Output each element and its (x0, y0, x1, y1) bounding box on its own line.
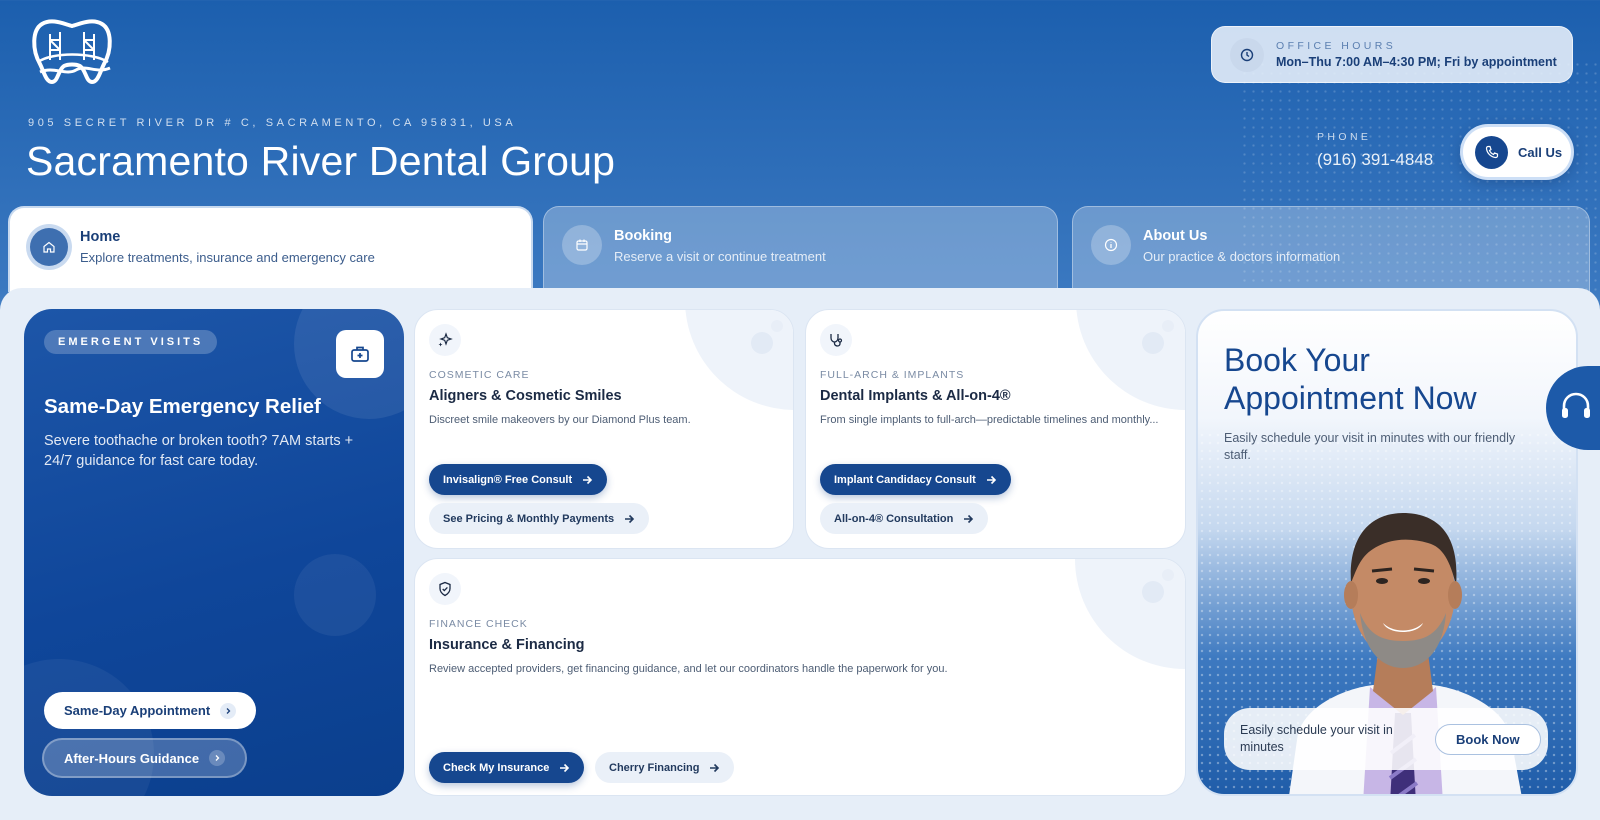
decorative-dot (771, 320, 783, 332)
decorative-dot (1142, 332, 1164, 354)
chevron-right-icon (220, 702, 237, 719)
implant-candidacy-consult-button[interactable]: Implant Candidacy Consult (820, 464, 1011, 495)
phone-icon (1475, 135, 1508, 169)
tab-booking[interactable]: Booking Reserve a visit or continue trea… (543, 206, 1058, 292)
cosmetic-care-description: Discreet smile makeovers by our Diamond … (429, 414, 691, 426)
office-hours-label: OFFICE HOURS (1276, 40, 1397, 52)
tab-home-label: Home (80, 229, 121, 245)
cherry-financing-label: Cherry Financing (609, 761, 700, 774)
decorative-dot (751, 332, 773, 354)
finance-title: Insurance & Financing (429, 637, 585, 653)
tab-home-subtitle: Explore treatments, insurance and emerge… (80, 250, 375, 265)
after-hours-guidance-label: After-Hours Guidance (64, 750, 200, 766)
arrow-right-icon (559, 763, 570, 773)
logo-tooth-bridge-icon[interactable] (28, 16, 116, 88)
cherry-financing-button[interactable]: Cherry Financing (595, 752, 735, 783)
book-appointment-title: Book Your Appointment Now (1224, 341, 1477, 417)
arrow-right-icon (624, 514, 635, 524)
shield-check-icon (429, 573, 461, 605)
phone-number[interactable]: (916) 391-4848 (1317, 150, 1433, 170)
book-now-banner: Easily schedule your visit in minutes Bo… (1224, 708, 1548, 770)
cosmetic-care-category: COSMETIC CARE (429, 369, 530, 381)
check-my-insurance-button[interactable]: Check My Insurance (429, 752, 585, 783)
implants-description: From single implants to full-arch—predic… (820, 414, 1159, 426)
cosmetic-care-title: Aligners & Cosmetic Smiles (429, 388, 622, 404)
implants-card: FULL-ARCH & IMPLANTS Dental Implants & A… (805, 309, 1186, 549)
sparkles-icon (429, 324, 461, 356)
decorative-dot (1162, 569, 1174, 581)
office-hours-value: Mon–Thu 7:00 AM–4:30 PM; Fri by appointm… (1276, 55, 1557, 69)
book-now-banner-text: Easily schedule your visit in minutes (1240, 723, 1393, 754)
emergency-title: Same-Day Emergency Relief (44, 395, 321, 418)
decorative-dot (1162, 320, 1174, 332)
tab-about-us-subtitle: Our practice & doctors information (1143, 249, 1341, 264)
book-appointment-card: Book Your Appointment Now Easily schedul… (1196, 309, 1578, 796)
emergency-card: EMERGENT VISITS Same-Day Emergency Relie… (24, 309, 404, 796)
book-title-line2: Appointment Now (1224, 380, 1477, 416)
see-pricing-button[interactable]: See Pricing & Monthly Payments (429, 503, 650, 534)
implant-candidacy-consult-label: Implant Candidacy Consult (834, 473, 976, 486)
arrow-right-icon (582, 475, 593, 485)
tab-booking-subtitle: Reserve a visit or continue treatment (614, 249, 826, 264)
cosmetic-care-card: COSMETIC CARE Aligners & Cosmetic Smiles… (414, 309, 794, 549)
decorative-circle (294, 554, 376, 636)
info-icon (1091, 225, 1131, 265)
see-pricing-label: See Pricing & Monthly Payments (443, 512, 615, 525)
headset-icon (1559, 390, 1593, 427)
invisalign-consult-button[interactable]: Invisalign® Free Consult (429, 464, 608, 495)
after-hours-guidance-button[interactable]: After-Hours Guidance (42, 738, 248, 778)
clock-icon (1230, 37, 1264, 72)
calendar-icon (562, 225, 602, 265)
same-day-appointment-button[interactable]: Same-Day Appointment (44, 692, 257, 729)
finance-category: FINANCE CHECK (429, 618, 528, 630)
implants-title: Dental Implants & All-on-4® (820, 388, 1011, 404)
stethoscope-icon (820, 324, 852, 356)
emergency-description: Severe toothache or broken tooth? 7AM st… (44, 433, 354, 469)
tab-about-us-label: About Us (1143, 228, 1208, 244)
all-on-4-consultation-label: All-on-4® Consultation (834, 512, 954, 525)
book-title-line1: Book Your (1224, 342, 1370, 378)
office-hours-card: OFFICE HOURS Mon–Thu 7:00 AM–4:30 PM; Fr… (1211, 26, 1573, 83)
insurance-financing-card: FINANCE CHECK Insurance & Financing Revi… (414, 558, 1186, 796)
book-now-button[interactable]: Book Now (1435, 723, 1541, 755)
practice-title: Sacramento River Dental Group (26, 138, 616, 184)
first-aid-kit-icon (336, 330, 384, 378)
implants-category: FULL-ARCH & IMPLANTS (820, 369, 965, 381)
decorative-dot (1142, 581, 1164, 603)
chevron-right-icon (209, 750, 226, 766)
tab-booking-label: Booking (614, 228, 672, 244)
tab-about-us[interactable]: About Us Our practice & doctors informat… (1072, 206, 1590, 292)
emergency-badge: EMERGENT VISITS (44, 330, 218, 354)
invisalign-consult-label: Invisalign® Free Consult (443, 473, 573, 486)
arrow-right-icon (963, 514, 974, 524)
home-icon (30, 228, 68, 266)
phone-label: PHONE (1317, 131, 1372, 143)
practice-address: 905 SECRET RIVER DR # C, SACRAMENTO, CA … (28, 117, 517, 129)
arrow-right-icon (709, 763, 720, 773)
check-my-insurance-label: Check My Insurance (443, 761, 550, 774)
book-appointment-description: Easily schedule your visit in minutes wi… (1224, 431, 1516, 462)
same-day-appointment-label: Same-Day Appointment (64, 703, 211, 718)
all-on-4-consultation-button[interactable]: All-on-4® Consultation (820, 503, 989, 534)
call-us-button[interactable]: Call Us (1460, 124, 1574, 180)
tab-home[interactable]: Home Explore treatments, insurance and e… (8, 206, 533, 292)
finance-description: Review accepted providers, get financing… (429, 663, 948, 675)
arrow-right-icon (986, 475, 997, 485)
call-us-label: Call Us (1518, 144, 1563, 160)
